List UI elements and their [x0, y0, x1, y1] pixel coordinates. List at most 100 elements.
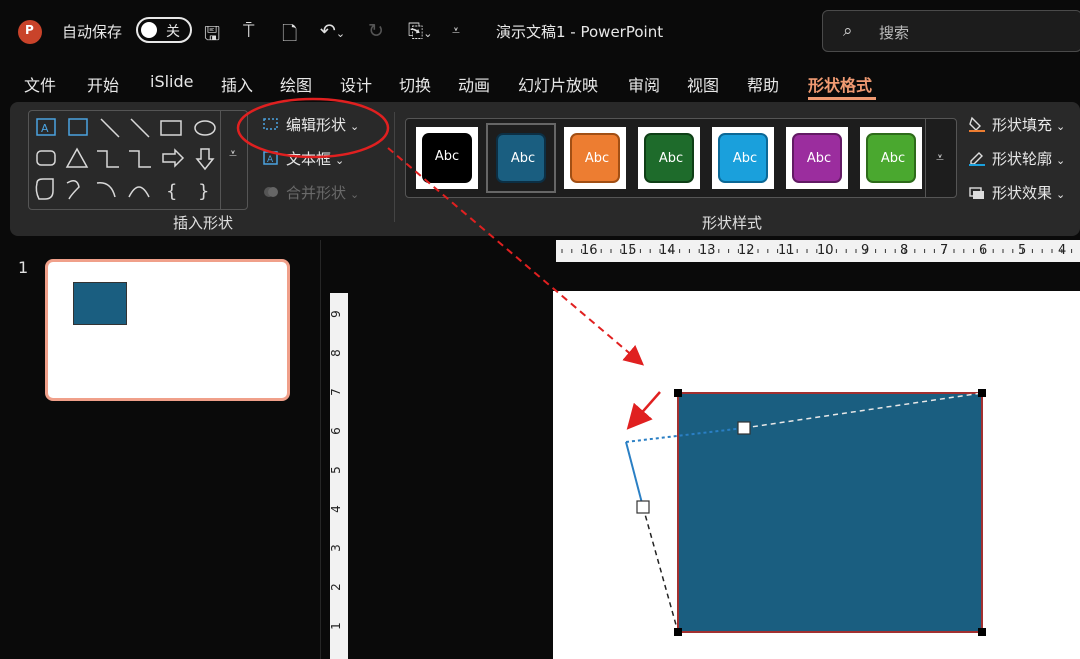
svg-text:A: A	[41, 122, 49, 135]
merge-shapes-icon	[264, 187, 278, 197]
chevron-down-icon: ⌄	[1056, 120, 1066, 133]
undo-icon[interactable]: ↶⌄	[320, 20, 345, 42]
h-ruler-label: 5	[1018, 243, 1027, 258]
slide-thumbnail[interactable]	[45, 259, 290, 401]
vertical-ruler: 9 8 7 6 5 4 3 2 1	[328, 293, 348, 659]
h-ruler-label: 8	[900, 243, 909, 258]
style-swatch-purple[interactable]: Abc	[786, 127, 848, 189]
text-box-button[interactable]: A 文本框 ⌄	[262, 148, 344, 169]
rectangle-shape-icon	[160, 120, 182, 136]
down-arrow-shape-icon	[195, 148, 215, 171]
insert-shapes-group-label: 插入形状	[173, 214, 234, 232]
freeform-shape-icon	[35, 178, 54, 200]
rounded-rect-shape-icon	[36, 150, 56, 166]
swatch-fill: Abc	[644, 133, 694, 183]
merge-shapes-button[interactable]: 合并形状 ⌄	[262, 182, 359, 203]
pen-outline-icon	[969, 152, 985, 166]
autosave-label: 自动保存	[62, 23, 123, 41]
triangle-shape-icon	[65, 147, 89, 168]
edit-shape-button[interactable]: 编辑形状 ⌄	[262, 114, 359, 135]
autosave-toggle[interactable]: 关	[136, 17, 192, 43]
document-title: 演示文稿1 - PowerPoint	[496, 23, 664, 41]
shape-outline-button[interactable]: 形状轮廓 ⌄	[968, 148, 1065, 169]
slide-number: 1	[18, 258, 29, 277]
h-ruler-label: 10	[817, 243, 834, 258]
panel-divider[interactable]	[320, 240, 321, 659]
tab-file[interactable]: 文件	[24, 72, 56, 96]
thumbnail-shape	[73, 282, 127, 325]
slide-canvas[interactable]	[553, 291, 1080, 659]
tab-transitions[interactable]: 切换	[399, 72, 431, 96]
h-ruler-label: 6	[979, 243, 988, 258]
svg-text:}: }	[198, 181, 209, 202]
search-box[interactable]: ⌕ 搜索	[822, 10, 1080, 52]
shape-fill-label: 形状填充	[992, 116, 1053, 134]
tab-islide[interactable]: iSlide	[150, 72, 194, 91]
right-arrow-shape-icon	[162, 148, 185, 168]
curve-shape-icon	[128, 186, 150, 198]
toggle-knob	[141, 22, 157, 38]
vertical-textbox-shape-icon	[68, 118, 88, 136]
touch-mode-icon[interactable]: ⎘⌄	[408, 20, 432, 42]
tab-slideshow[interactable]: 幻灯片放映	[518, 72, 598, 96]
active-tab-underline	[808, 97, 876, 100]
chevron-down-icon: ⌄	[1056, 188, 1066, 201]
style-swatch-black[interactable]: Abc	[416, 127, 478, 189]
v-ruler-label: 2	[328, 583, 343, 591]
elbow-connector-icon	[97, 150, 119, 168]
tab-animations[interactable]: 动画	[458, 72, 490, 96]
edit-shape-icon	[263, 118, 278, 130]
shape-fill-button[interactable]: 形状填充 ⌄	[968, 114, 1065, 135]
swatch-fill: Abc	[422, 133, 472, 183]
ribbon-divider	[394, 112, 395, 222]
shape-gallery: A { }	[28, 110, 248, 210]
search-input[interactable]: 搜索	[879, 22, 909, 43]
swatch-text: Abc	[880, 151, 906, 166]
swatch-text: Abc	[658, 151, 684, 166]
swatch-text: Abc	[732, 151, 758, 166]
elbow-arrow-icon	[129, 150, 151, 168]
tab-shape-format[interactable]: 形状格式	[808, 72, 872, 96]
tab-draw[interactable]: 绘图	[280, 72, 312, 96]
tab-design[interactable]: 设计	[340, 72, 372, 96]
tab-help[interactable]: 帮助	[747, 72, 779, 96]
tab-view[interactable]: 视图	[687, 72, 719, 96]
svg-text:{: {	[166, 181, 177, 202]
tab-home[interactable]: 开始	[87, 72, 119, 96]
shape-gallery-icons[interactable]: A { }	[29, 111, 249, 211]
v-ruler-label: 1	[328, 622, 343, 630]
search-icon: ⌕	[843, 21, 853, 41]
new-file-icon[interactable]: 🗋	[282, 20, 297, 52]
tab-insert[interactable]: 插入	[221, 72, 253, 96]
shape-gallery-more-button[interactable]: ⩡	[220, 110, 250, 210]
swatch-text: Abc	[510, 151, 536, 166]
text-box-label: 文本框	[286, 150, 332, 168]
tab-review[interactable]: 审阅	[628, 72, 660, 96]
shape-outline-label: 形状轮廓	[992, 150, 1053, 168]
style-swatch-green-dark[interactable]: Abc	[638, 127, 700, 189]
customize-icon[interactable]: ⩡	[452, 23, 460, 39]
style-swatch-cyan[interactable]: Abc	[712, 127, 774, 189]
save-icon[interactable]: 🖫	[204, 20, 220, 52]
swatch-fill: Abc	[866, 133, 916, 183]
shape-styles-more-button[interactable]: ⩡	[925, 118, 957, 198]
style-swatch-green[interactable]: Abc	[860, 127, 922, 189]
shape-effects-icon	[969, 187, 984, 199]
v-ruler-label: 9	[328, 310, 343, 318]
v-ruler-label: 8	[328, 349, 343, 357]
shape-styles-group-label: 形状样式	[702, 214, 763, 232]
ribbon-tabs: 文件 开始 iSlide 插入 绘图 设计 切换 动画 幻灯片放映 审阅 视图 …	[0, 64, 1080, 100]
shape-effects-label: 形状效果	[992, 184, 1053, 202]
svg-text:A: A	[267, 155, 274, 165]
shape-effects-button[interactable]: 形状效果 ⌄	[968, 182, 1065, 203]
swatch-text: Abc	[806, 151, 832, 166]
h-ruler-label: 4	[1058, 243, 1067, 258]
present-icon[interactable]: ⍑	[243, 20, 254, 42]
redo-icon[interactable]: ↻	[368, 20, 384, 42]
edit-shape-label: 编辑形状	[286, 116, 347, 134]
style-swatch-orange[interactable]: Abc	[564, 127, 626, 189]
style-swatch-blue-dark[interactable]: Abc	[486, 123, 556, 193]
textbox-icon: A	[263, 151, 278, 165]
autosave-state: 关	[166, 24, 180, 40]
chevron-down-icon: ⌄	[335, 154, 345, 167]
